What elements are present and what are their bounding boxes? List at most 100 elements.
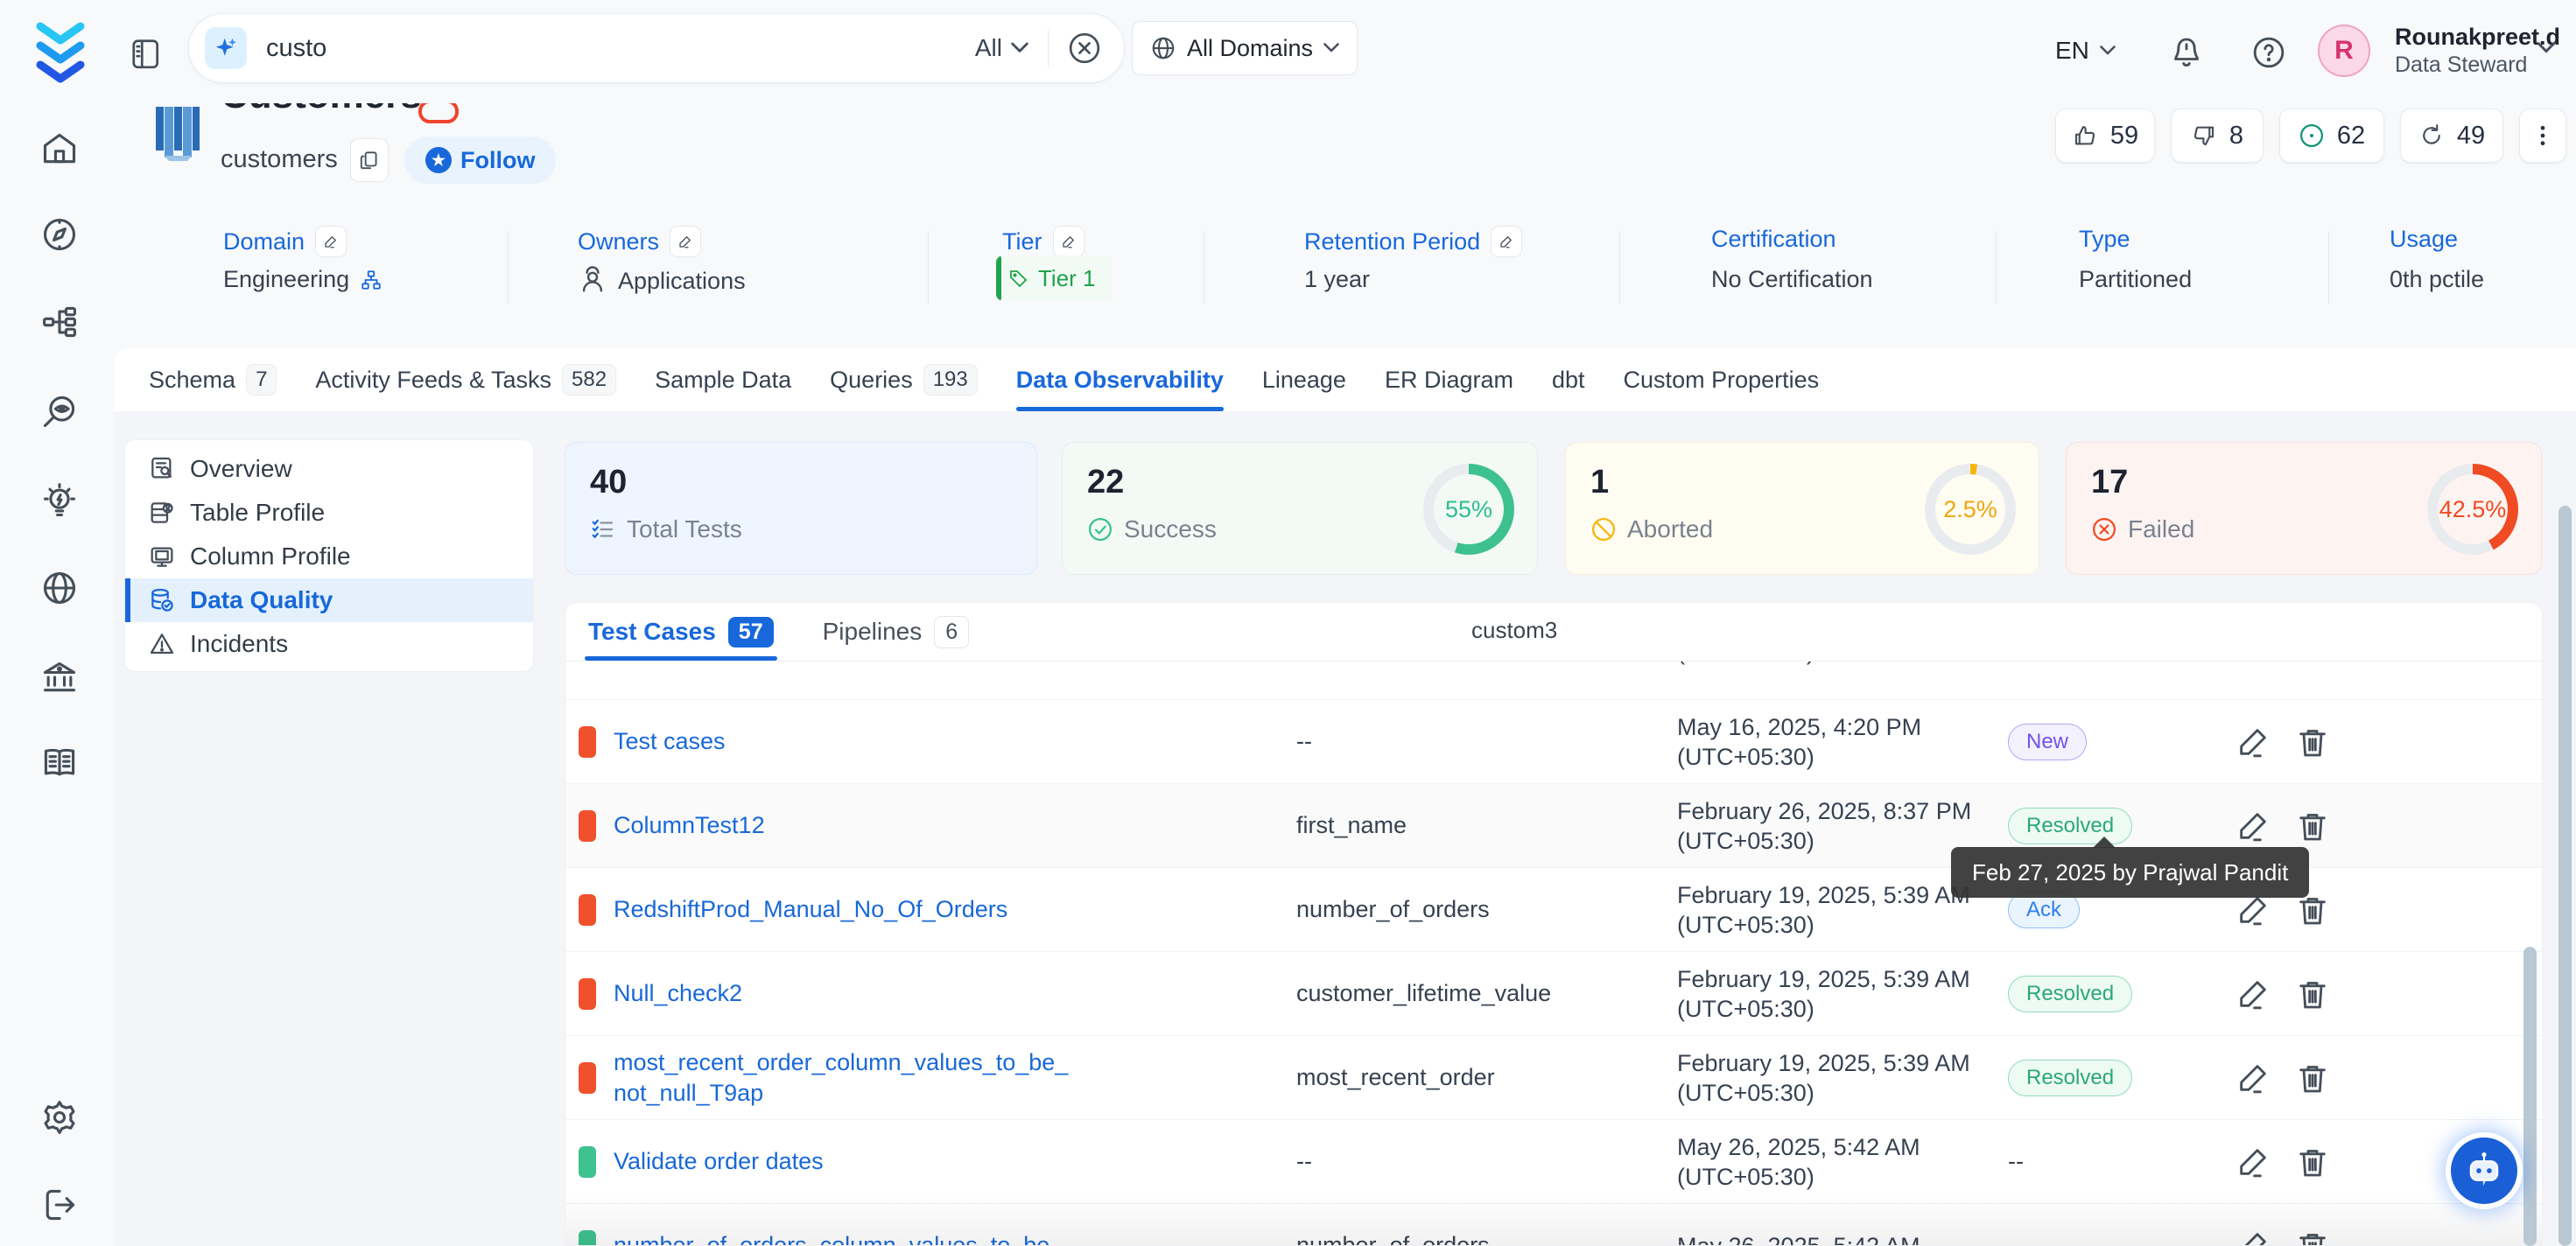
tab-dbt[interactable]: dbt xyxy=(1552,348,1585,411)
tab-queries[interactable]: Queries193 xyxy=(830,348,978,411)
globe-icon xyxy=(1150,35,1176,61)
tab-pipelines[interactable]: Pipelines 6 xyxy=(823,603,970,661)
explore-compass-icon[interactable] xyxy=(40,215,79,254)
page-scrollbar[interactable] xyxy=(2558,506,2572,1246)
table-row[interactable]: most_recent_order_column_values_to_be_no… xyxy=(565,1036,2542,1120)
edit-icon[interactable] xyxy=(2236,808,2271,844)
tab-sample-data[interactable]: Sample Data xyxy=(655,348,791,411)
edit-icon[interactable] xyxy=(2236,724,2271,760)
copy-icon[interactable] xyxy=(350,138,389,182)
tier-badge[interactable]: Tier 1 xyxy=(996,256,1112,301)
follow-button[interactable]: ★ Follow xyxy=(404,136,556,184)
settings-gear-icon[interactable] xyxy=(40,1098,79,1137)
test-case-link[interactable]: most_recent_order_column_values_to_be_no… xyxy=(614,1047,1069,1109)
thumbs-down-icon xyxy=(2191,122,2217,149)
edit-icon[interactable] xyxy=(2236,1228,2271,1246)
edit-tier-icon[interactable] xyxy=(1053,226,1084,257)
chevron-down-icon[interactable] xyxy=(2537,42,2556,54)
status-badge[interactable]: Resolved xyxy=(2008,1060,2132,1096)
stat-card-aborted[interactable]: 1 Aborted 2.5% xyxy=(1565,442,2039,575)
edit-icon[interactable] xyxy=(2236,976,2271,1012)
observability-search-eye-icon[interactable] xyxy=(40,392,79,430)
trash-icon[interactable] xyxy=(2295,1144,2330,1180)
all-domains-dropdown[interactable]: All Domains xyxy=(1132,21,1358,75)
runs-button[interactable]: 49 xyxy=(2400,108,2503,163)
test-case-link[interactable]: RedshiftProd_Manual_No_Of_Orders xyxy=(614,894,1069,925)
search-clear-icon[interactable] xyxy=(1068,32,1101,65)
deprecated-badge-icon xyxy=(418,100,459,123)
help-icon[interactable] xyxy=(2251,35,2286,70)
table-row[interactable]: Validate order dates -- May 26, 2025, 5:… xyxy=(565,1120,2542,1204)
sidebar-item-column-profile[interactable]: Column Profile xyxy=(125,535,533,578)
edit-icon[interactable] xyxy=(2236,1060,2271,1096)
sidebar-item-overview[interactable]: Overview xyxy=(125,447,533,491)
tab-er-diagram[interactable]: ER Diagram xyxy=(1385,348,1513,411)
sidebar-item-table-profile[interactable]: Table Profile xyxy=(125,491,533,535)
test-case-link[interactable]: Test cases xyxy=(614,726,1069,757)
notifications-bell-icon[interactable] xyxy=(2169,35,2204,70)
logout-icon[interactable] xyxy=(40,1186,79,1224)
trash-icon[interactable] xyxy=(2295,808,2330,844)
chat-assistant-button[interactable] xyxy=(2451,1138,2517,1204)
tab-custom-properties[interactable]: Custom Properties xyxy=(1624,348,1820,411)
sidebar-item-incidents[interactable]: Incidents xyxy=(125,622,533,666)
lineage-flow-icon[interactable] xyxy=(40,303,79,341)
status-badge[interactable]: Resolved xyxy=(2008,976,2132,1012)
entity-tab-bar: Schema7 Activity Feeds & Tasks582 Sample… xyxy=(114,348,2576,411)
tab-schema[interactable]: Schema7 xyxy=(149,348,277,411)
date-cell: February 26, 2025, 8:37 PM(UTC+05:30) xyxy=(1677,796,1975,856)
stat-card-failed[interactable]: 17 Failed 42.5% xyxy=(2066,442,2542,575)
test-cases-count-badge: 57 xyxy=(728,617,774,648)
pipelines-count-badge: 6 xyxy=(934,616,969,648)
sidebar-toggle-icon[interactable] xyxy=(130,37,163,70)
tab-activity-feeds[interactable]: Activity Feeds & Tasks582 xyxy=(315,348,616,411)
sidebar-item-data-quality[interactable]: Data Quality xyxy=(125,578,533,622)
edit-retention-icon[interactable] xyxy=(1491,226,1522,257)
test-case-link[interactable]: ColumnTest12 xyxy=(614,810,1069,841)
tab-lineage[interactable]: Lineage xyxy=(1262,348,1346,411)
status-badge[interactable]: New xyxy=(2008,724,2087,760)
chevron-down-icon xyxy=(1323,43,1339,53)
domain-value[interactable]: Engineering xyxy=(223,266,383,293)
language-label: EN xyxy=(2055,37,2089,65)
test-case-link[interactable]: number_of_orders_column_values_to_be_ xyxy=(614,1230,1069,1246)
downvote-button[interactable]: 8 xyxy=(2171,108,2264,163)
certification-value: No Certification xyxy=(1711,266,1873,293)
stat-card-total-tests[interactable]: 40 Total Tests xyxy=(565,442,1037,575)
upvote-button[interactable]: 59 xyxy=(2055,108,2155,163)
trash-icon[interactable] xyxy=(2295,976,2330,1012)
owners-value[interactable]: Applications xyxy=(578,266,746,296)
table-row[interactable]: Null_check2 customer_lifetime_value Febr… xyxy=(565,952,2542,1036)
search-scope-dropdown[interactable]: All xyxy=(975,34,1028,62)
search-input[interactable]: custo xyxy=(266,34,975,63)
table-row[interactable]: Test cases -- May 16, 2025, 4:20 PM(UTC+… xyxy=(565,700,2542,784)
table-scrollbar[interactable] xyxy=(2523,947,2537,1246)
aborted-donut: 2.5% xyxy=(1925,464,2016,555)
health-count: 62 xyxy=(2337,122,2365,150)
govern-bank-icon[interactable] xyxy=(40,658,79,696)
tab-test-cases[interactable]: Test Cases 57 xyxy=(588,603,774,661)
test-case-link[interactable]: Validate order dates xyxy=(614,1146,1069,1177)
edit-icon[interactable] xyxy=(2236,1144,2271,1180)
global-search-bar[interactable]: custo All xyxy=(188,13,1125,83)
language-dropdown[interactable]: EN xyxy=(2055,37,2116,65)
test-case-link[interactable]: Null_check2 xyxy=(614,978,1069,1009)
user-menu[interactable]: Rounakpreet.d Data Steward xyxy=(2395,23,2560,79)
home-icon[interactable] xyxy=(40,130,79,168)
app-logo-icon[interactable] xyxy=(33,19,88,84)
health-button[interactable]: 62 xyxy=(2279,108,2384,163)
trash-icon[interactable] xyxy=(2295,1060,2330,1096)
table-row[interactable]: number_of_orders_column_values_to_be_ nu… xyxy=(565,1204,2542,1246)
user-avatar[interactable]: R xyxy=(2318,24,2370,77)
star-icon: ★ xyxy=(425,147,452,173)
tab-data-observability[interactable]: Data Observability xyxy=(1016,348,1224,411)
trash-icon[interactable] xyxy=(2295,1228,2330,1246)
edit-owners-icon[interactable] xyxy=(670,226,701,257)
trash-icon[interactable] xyxy=(2295,724,2330,760)
glossary-book-icon[interactable] xyxy=(40,744,79,782)
domains-globe-icon[interactable] xyxy=(40,569,79,607)
edit-domain-icon[interactable] xyxy=(315,226,347,257)
stat-card-success[interactable]: 22 Success 55% xyxy=(1062,442,1538,575)
insights-bulb-icon[interactable] xyxy=(40,481,79,520)
more-actions-button[interactable] xyxy=(2519,108,2566,163)
